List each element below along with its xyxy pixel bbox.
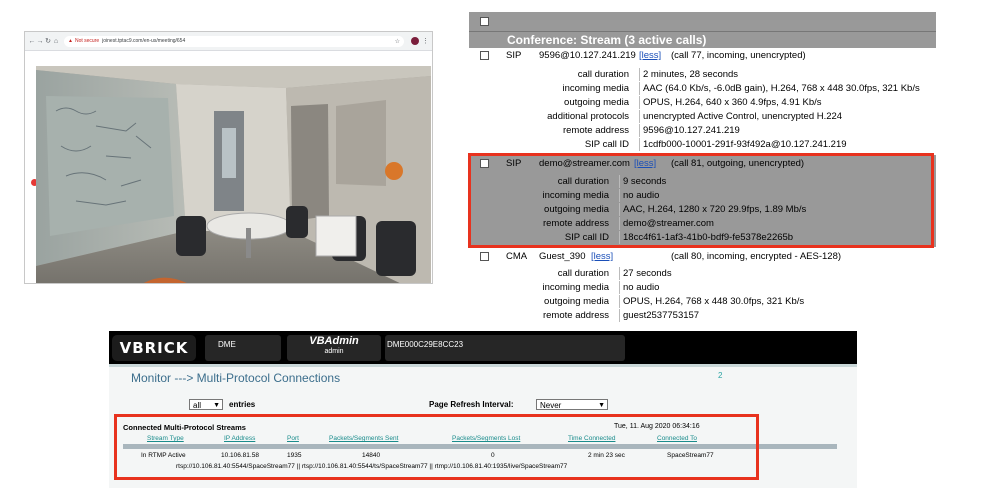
refresh-select[interactable]: Never ▼: [536, 399, 608, 410]
detail-value: 9596@10.127.241.219: [639, 124, 740, 137]
detail-label: incoming media: [562, 83, 629, 94]
detail-label: call duration: [557, 268, 609, 279]
detail-label: call duration: [577, 69, 629, 80]
vbrick-header: VBRICK DME VBAdmin admin DME000C29E8CC23: [109, 331, 857, 364]
call-block-1: SIP 9596@10.127.241.219 [less] (call 77,…: [469, 48, 936, 156]
browser-window: ← → ↻ ⌂ ▲ Not secure joinest.tptac9.com/…: [24, 31, 433, 284]
detail-value: 1cdfb000-10001-291f-93f492a@10.127.241.2…: [639, 138, 847, 151]
call-3-less-link[interactable]: [less]: [591, 250, 613, 263]
detail-value: OPUS, H.264, 768 x 448 30.0fps, 321 Kb/s: [619, 295, 804, 308]
detail-label: outgoing media: [544, 296, 609, 307]
entries-select-value: all: [193, 401, 202, 410]
conference-title: Conference: Stream (3 active calls): [469, 32, 936, 49]
menu-icon[interactable]: ⋮: [422, 37, 429, 45]
video-feed: [36, 66, 431, 283]
room-camera-image: [36, 66, 431, 283]
refresh-label: Page Refresh Interval:: [429, 400, 514, 409]
dme-label: DME: [218, 340, 236, 349]
highlight-box-call-2: [468, 153, 934, 248]
meeting-page: [25, 51, 432, 283]
forward-icon[interactable]: →: [36, 38, 44, 45]
detail-value: OPUS, H.264, 640 x 360 4.9fps, 4.91 Kb/s: [639, 96, 822, 109]
detail-value: 2 minutes, 28 seconds: [639, 68, 738, 81]
star-icon[interactable]: ☆: [395, 38, 400, 45]
security-label: Not secure: [74, 38, 100, 44]
url-text[interactable]: joinest.tptac9.com/en-us/meeting/654: [102, 38, 394, 44]
call-1-address: 9596@10.127.241.219: [539, 50, 636, 61]
call-3-address: Guest_390: [539, 251, 586, 262]
conference-header-strip: [469, 12, 936, 32]
call-block-3: CMA Guest_390 [less] (call 80, incoming,…: [469, 247, 936, 324]
detail-label: additional protocols: [547, 111, 629, 122]
call-3-checkbox[interactable]: [480, 252, 489, 261]
call-1-checkbox[interactable]: [480, 51, 489, 60]
detail-label: remote address: [562, 125, 629, 136]
home-icon[interactable]: ⌂: [52, 38, 60, 45]
dme-tab[interactable]: [205, 335, 281, 361]
detail-value: guest2537753157: [619, 309, 699, 322]
browser-toolbar: ← → ↻ ⌂ ▲ Not secure joinest.tptac9.com/…: [25, 32, 432, 51]
help-number[interactable]: 2: [718, 371, 722, 380]
address-bar[interactable]: ▲ Not secure joinest.tptac9.com/en-us/me…: [64, 35, 404, 47]
entries-label: entries: [229, 400, 256, 409]
select-all-checkbox[interactable]: [480, 17, 489, 26]
warning-icon: ▲: [68, 38, 73, 44]
call-3-summary: (call 80, incoming, encrypted - AES-128): [671, 251, 842, 262]
call-1-less-link[interactable]: [less]: [639, 49, 661, 62]
call-1-summary: (call 77, incoming, unencrypted): [671, 50, 806, 61]
app-subtitle: admin: [324, 348, 344, 355]
back-icon[interactable]: ←: [28, 38, 36, 45]
detail-label: SIP call ID: [584, 139, 629, 150]
vbrick-logo: VBRICK: [112, 335, 196, 361]
chevron-down-icon: ▼: [213, 402, 220, 409]
avatar[interactable]: [411, 37, 419, 45]
detail-label: remote address: [542, 310, 609, 321]
call-1-protocol: SIP: [506, 50, 522, 61]
breadcrumb: Monitor ---> Multi-Protocol Connections: [131, 371, 341, 385]
detail-value: 27 seconds: [619, 267, 672, 280]
header-divider: [109, 364, 857, 367]
app-title: VBAdmin: [309, 335, 359, 347]
detail-value: AAC (64.0 Kb/s, -6.0dB gain), H.264, 768…: [639, 82, 920, 95]
refresh-select-value: Never: [540, 401, 562, 410]
entries-select[interactable]: all ▼: [189, 399, 223, 410]
call-3-protocol: CMA: [506, 251, 528, 262]
highlight-box-streams: [114, 414, 759, 480]
detail-value: no audio: [619, 281, 659, 294]
detail-label: incoming media: [542, 282, 609, 293]
detail-value: unencrypted Active Control, unencrypted …: [639, 110, 842, 123]
device-name: DME000C29E8CC23: [387, 340, 464, 349]
reload-icon[interactable]: ↻: [44, 37, 52, 45]
detail-label: outgoing media: [564, 97, 629, 108]
chevron-down-icon: ▼: [598, 402, 605, 409]
